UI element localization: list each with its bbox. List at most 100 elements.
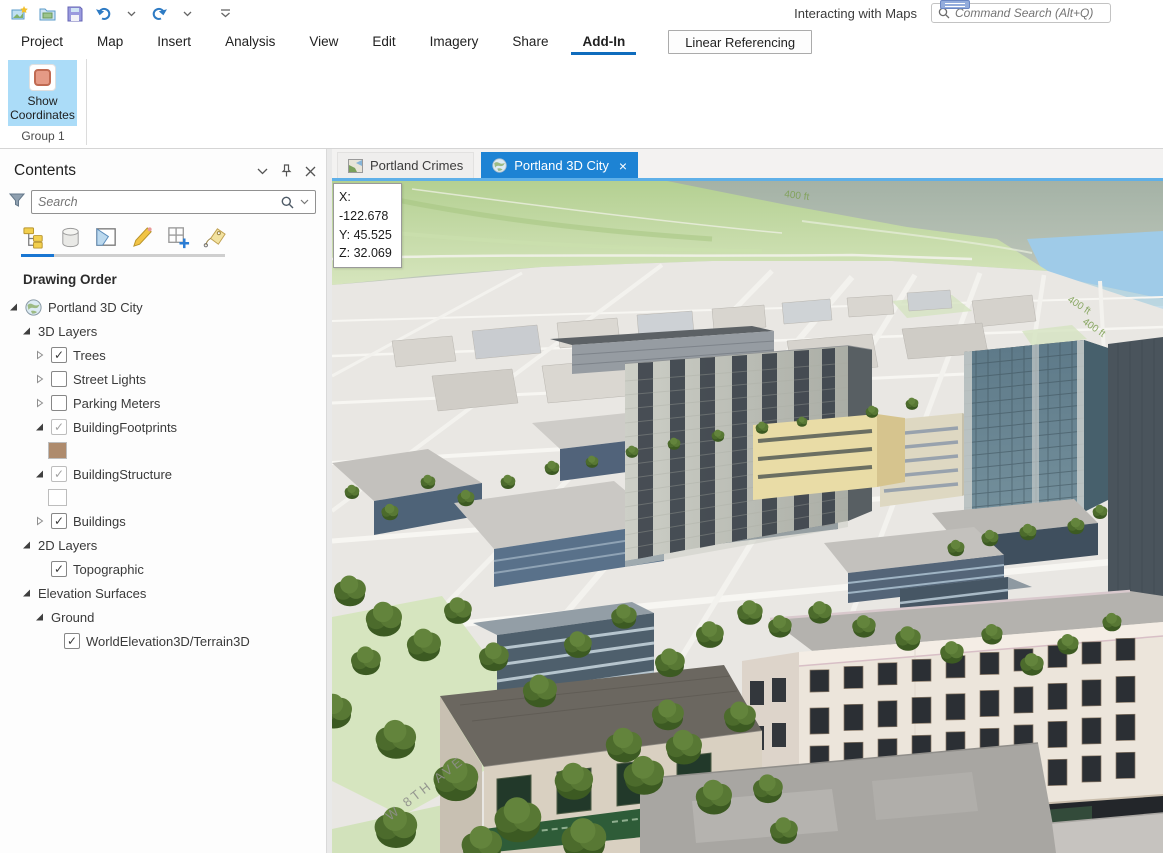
layer-visibility-checkbox[interactable]: ✓ — [64, 633, 80, 649]
expander-spacer — [34, 564, 45, 575]
ribbon-tab-analysis[interactable]: Analysis — [214, 29, 286, 55]
layer-item-buildingfootprints[interactable]: ✓BuildingFootprints — [0, 415, 326, 439]
ribbon-tab-share[interactable]: Share — [501, 29, 559, 55]
layer-visibility-checkbox[interactable]: ✓ — [51, 466, 67, 482]
expander-collapsed-icon[interactable] — [34, 398, 45, 409]
open-project-icon[interactable] — [36, 4, 58, 24]
ribbon-group-separator — [86, 59, 87, 145]
layer-visibility-checkbox[interactable]: ✓ — [51, 347, 67, 363]
layer-label: Buildings — [73, 514, 126, 529]
ribbon-tab-insert[interactable]: Insert — [146, 29, 202, 55]
expander-collapsed-icon[interactable] — [34, 516, 45, 527]
close-icon[interactable] — [305, 166, 316, 177]
expander-expanded-icon[interactable] — [34, 612, 45, 623]
chevron-down-icon[interactable] — [257, 168, 268, 175]
close-tab-icon[interactable]: × — [616, 159, 627, 173]
layer-item-street-lights[interactable]: Street Lights — [0, 367, 326, 391]
map-thumbnail-icon — [348, 159, 363, 173]
layer-label: Topographic — [73, 562, 144, 577]
layer-label: Trees — [73, 348, 106, 363]
layer-item-3d-layers[interactable]: 3D Layers — [0, 319, 326, 343]
ribbon-tab-view[interactable]: View — [298, 29, 349, 55]
layer-symbol-swatch[interactable] — [48, 489, 67, 506]
new-project-icon[interactable] — [8, 4, 30, 24]
list-by-data-source-icon[interactable] — [57, 224, 84, 251]
command-search[interactable] — [931, 3, 1111, 23]
filter-icon[interactable] — [8, 191, 26, 214]
layer-visibility-checkbox[interactable] — [51, 395, 67, 411]
view-tab-strip: Portland Crimes Portland 3D City × — [332, 149, 1163, 178]
ribbon-tab-map[interactable]: Map — [86, 29, 134, 55]
scene-right-dark-wall — [1108, 337, 1163, 617]
layer-visibility-checkbox[interactable]: ✓ — [51, 419, 67, 435]
map-pane: Portland Crimes Portland 3D City × — [332, 149, 1163, 853]
layer-item-worldelevation3d-terrain3d[interactable]: ✓ WorldElevation3D/Terrain3D — [0, 629, 326, 653]
scene-globe-icon — [25, 299, 42, 316]
expander-expanded-icon[interactable] — [34, 469, 45, 480]
layer-visibility-checkbox[interactable]: ✓ — [51, 561, 67, 577]
chevron-down-icon[interactable] — [300, 199, 309, 205]
coordinate-x: X: -122.678 — [339, 188, 396, 226]
show-coordinates-label: Show Coordinates — [8, 94, 77, 122]
redo-icon[interactable] — [148, 4, 170, 24]
view-tab-portland-crimes[interactable]: Portland Crimes — [337, 152, 474, 178]
layer-label: WorldElevation3D/Terrain3D — [86, 634, 250, 649]
coordinate-z: Z: 32.069 — [339, 244, 396, 263]
layer-item-buildingstructure[interactable]: ✓ BuildingStructure — [0, 462, 326, 486]
show-coordinates-icon — [29, 64, 56, 91]
layer-item-trees[interactable]: ✓ Trees — [0, 343, 326, 367]
expander-expanded-icon[interactable] — [21, 540, 32, 551]
list-by-selection-icon[interactable] — [93, 224, 120, 251]
list-by-drawing-order-icon[interactable] — [21, 224, 48, 251]
save-project-icon[interactable] — [64, 4, 86, 24]
view-tab-label: Portland 3D City — [514, 158, 609, 173]
view-tab-portland-3d-city[interactable]: Portland 3D City × — [481, 152, 638, 178]
drawing-order-label: Drawing Order — [23, 272, 326, 287]
layer-label: Elevation Surfaces — [38, 586, 146, 601]
layer-visibility-checkbox[interactable] — [51, 371, 67, 387]
ribbon-tab-edit[interactable]: Edit — [361, 29, 406, 55]
list-by-snapping-icon[interactable] — [165, 224, 192, 251]
ribbon-tab-add-in[interactable]: Add-In — [571, 29, 636, 55]
layer-item-ground[interactable]: Ground — [0, 605, 326, 629]
layer-item-buildings[interactable]: ✓ Buildings — [0, 509, 326, 533]
view-toolbar-underline — [21, 254, 225, 257]
expander-collapsed-icon[interactable] — [34, 374, 45, 385]
show-coordinates-button[interactable]: Show Coordinates — [8, 60, 77, 126]
layer-label: BuildingStructure — [73, 467, 172, 482]
touch-keyboard-icon — [940, 0, 970, 9]
layer-item-2d-layers[interactable]: 2D Layers — [0, 533, 326, 557]
layer-visibility-checkbox[interactable]: ✓ — [51, 513, 67, 529]
contents-view-toolbar — [21, 224, 326, 251]
expander-collapsed-icon[interactable] — [34, 350, 45, 361]
linear-referencing-button[interactable]: Linear Referencing — [668, 30, 812, 54]
undo-icon[interactable] — [92, 4, 114, 24]
layer-item-parking-meters[interactable]: Parking Meters — [0, 391, 326, 415]
expander-expanded-icon[interactable] — [34, 422, 45, 433]
expander-expanded-icon[interactable] — [8, 302, 19, 313]
layer-item-topographic[interactable]: ✓ Topographic — [0, 557, 326, 581]
layer-item-elevation-surfaces[interactable]: Elevation Surfaces — [0, 581, 326, 605]
command-search-input[interactable] — [955, 6, 1095, 20]
view-tab-label: Portland Crimes — [370, 158, 463, 173]
layer-label: 3D Layers — [38, 324, 97, 339]
list-by-labeling-icon[interactable] — [201, 224, 228, 251]
layer-item-portland-3d-city[interactable]: Portland 3D City — [0, 295, 326, 319]
undo-dropdown-icon[interactable] — [120, 4, 142, 24]
expander-expanded-icon[interactable] — [21, 326, 32, 337]
ribbon-tab-imagery[interactable]: Imagery — [419, 29, 490, 55]
contents-search-box[interactable] — [31, 190, 316, 214]
scene-3d-view[interactable]: 400 ft 400 ft 400 ft W 8TH AVE — [332, 181, 1163, 853]
list-by-editing-icon[interactable] — [129, 224, 156, 251]
expander-expanded-icon[interactable] — [21, 588, 32, 599]
scene-viewport[interactable]: 400 ft 400 ft 400 ft W 8TH AVE X: -122.6… — [332, 181, 1163, 853]
customize-quick-access-icon[interactable] — [214, 4, 236, 24]
layer-label: Parking Meters — [73, 396, 160, 411]
coordinate-tooltip: X: -122.678 Y: 45.525 Z: 32.069 — [333, 183, 402, 268]
redo-dropdown-icon[interactable] — [176, 4, 198, 24]
ribbon-tab-project[interactable]: Project — [10, 29, 74, 55]
contents-search-input[interactable] — [38, 195, 275, 209]
layer-tree: Portland 3D City 3D Layers ✓ Trees Street Li… — [0, 295, 326, 653]
pin-icon[interactable] — [281, 164, 292, 178]
layer-symbol-swatch[interactable] — [48, 442, 67, 459]
